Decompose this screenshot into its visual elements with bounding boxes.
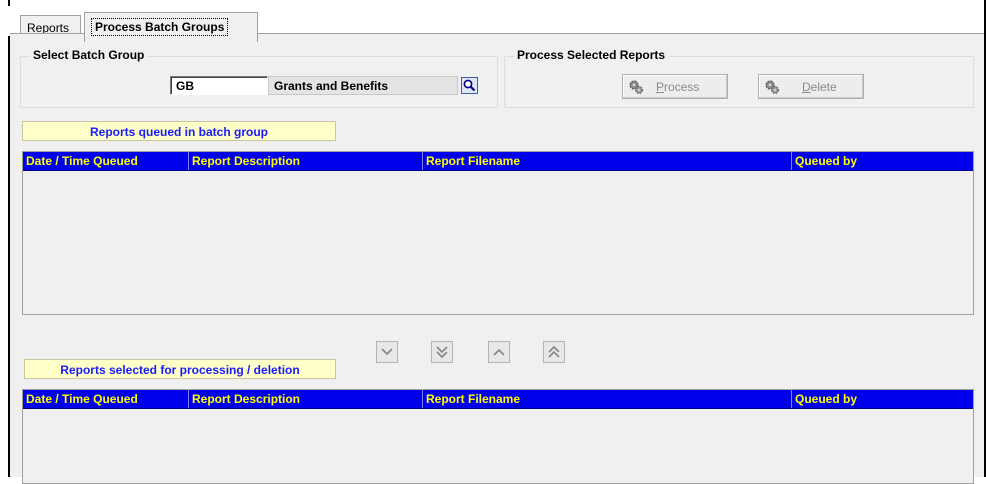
tab-strip: Reports Process Batch Groups [8,6,984,42]
column-header-report-filename[interactable]: Report Filename [423,152,792,170]
move-all-up-button[interactable] [543,341,565,363]
batch-group-code-field[interactable]: GB [170,76,268,95]
batch-group-lookup-button[interactable] [461,77,478,94]
process-selected-reports-title: Process Selected Reports [514,48,669,62]
move-down-button[interactable] [376,341,398,363]
column-header-date-time-queued[interactable]: Date / Time Queued [23,152,189,170]
column-header-queued-by[interactable]: Queued by [792,152,973,170]
double-chevron-up-icon [548,345,560,358]
queued-reports-grid[interactable]: Date / Time Queued Report Description Re… [22,151,974,315]
tab-process-batch-groups-label: Process Batch Groups [91,18,229,36]
queued-reports-grid-header: Date / Time Queued Report Description Re… [23,152,973,171]
column-header-queued-by[interactable]: Queued by [792,390,973,408]
gears-icon [765,79,779,94]
delete-button[interactable]: Delete [758,74,864,99]
chevron-up-icon [493,348,505,356]
gears-icon [629,79,643,94]
select-batch-group-title: Select Batch Group [30,48,148,62]
column-header-report-filename[interactable]: Report Filename [423,390,792,408]
double-chevron-down-icon [436,346,448,359]
process-selected-reports-box [504,56,974,108]
chevron-down-icon [381,348,393,356]
column-header-date-time-queued[interactable]: Date / Time Queued [23,390,189,408]
move-all-down-button[interactable] [431,341,453,363]
selected-reports-label: Reports selected for processing / deleti… [24,359,336,379]
magnifier-icon [463,79,476,92]
move-up-button[interactable] [488,341,510,363]
delete-button-label: Delete [802,79,837,94]
process-batch-groups-panel: Select Batch Group GB Grants and Benefit… [10,33,984,484]
column-header-report-description[interactable]: Report Description [189,152,423,170]
process-button-label: Process [656,79,700,94]
selected-reports-grid-header: Date / Time Queued Report Description Re… [23,390,973,409]
queued-reports-label: Reports queued in batch group [22,121,336,141]
batch-group-description-field: Grants and Benefits [268,76,458,95]
process-button[interactable]: Process [622,74,728,99]
selected-reports-grid[interactable]: Date / Time Queued Report Description Re… [22,389,974,484]
tab-process-batch-groups[interactable]: Process Batch Groups [84,12,258,42]
column-header-report-description[interactable]: Report Description [189,390,423,408]
